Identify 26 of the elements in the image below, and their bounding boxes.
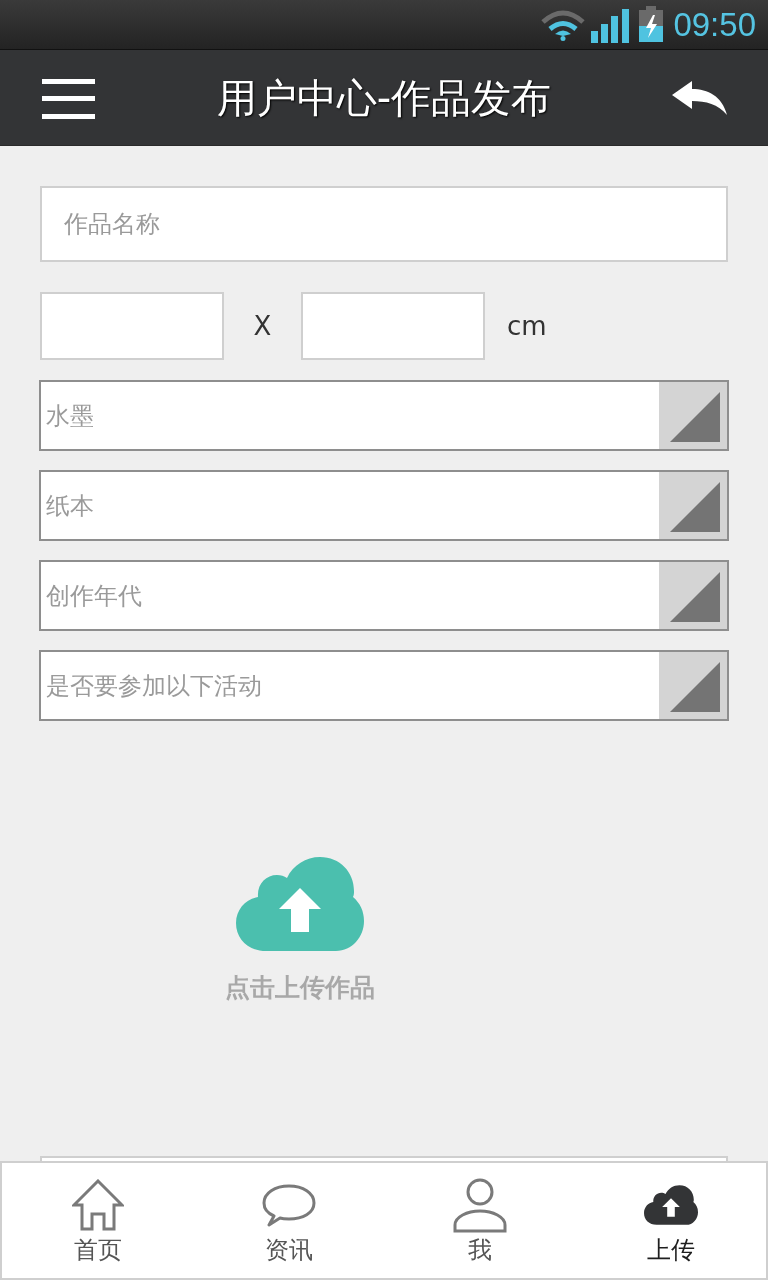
- page-title: 用户中心-作品发布: [216, 73, 552, 123]
- size-input-field[interactable]: [40, 292, 224, 360]
- size-input-field[interactable]: [301, 292, 485, 360]
- menu-icon[interactable]: [42, 78, 95, 119]
- wifi-icon: [540, 8, 587, 41]
- dropdown-select[interactable]: 纸本: [39, 470, 729, 541]
- times-sign: X: [252, 311, 273, 341]
- dropdown-select[interactable]: 是否要参加以下活动: [39, 650, 729, 721]
- tab-bar-item[interactable]: 首页: [2, 1163, 193, 1278]
- reply-arrow-icon[interactable]: [672, 81, 727, 115]
- name-input-field[interactable]: 作品名称: [40, 186, 728, 262]
- cloud-upload-icon: [236, 857, 364, 951]
- tab-bar-item[interactable]: 上传: [575, 1163, 766, 1278]
- unit-label: cm: [507, 311, 547, 341]
- tab-bar-item[interactable]: 资讯: [193, 1163, 384, 1278]
- battery-charging-icon: [639, 5, 664, 42]
- home-icon: [71, 1179, 124, 1231]
- signal-icon: [591, 8, 630, 43]
- clock-time: 09:50: [673, 5, 756, 44]
- cloud-upload-icon: [643, 1185, 698, 1225]
- dropdown-select[interactable]: 水墨: [39, 380, 729, 451]
- person-icon: [452, 1177, 507, 1233]
- tab-bar-item[interactable]: 我: [384, 1163, 575, 1278]
- upload-button[interactable]: 点击上传作品: [216, 857, 384, 1003]
- speech-bubble-icon: [261, 1183, 316, 1227]
- dropdown-select[interactable]: 创作年代: [39, 560, 729, 631]
